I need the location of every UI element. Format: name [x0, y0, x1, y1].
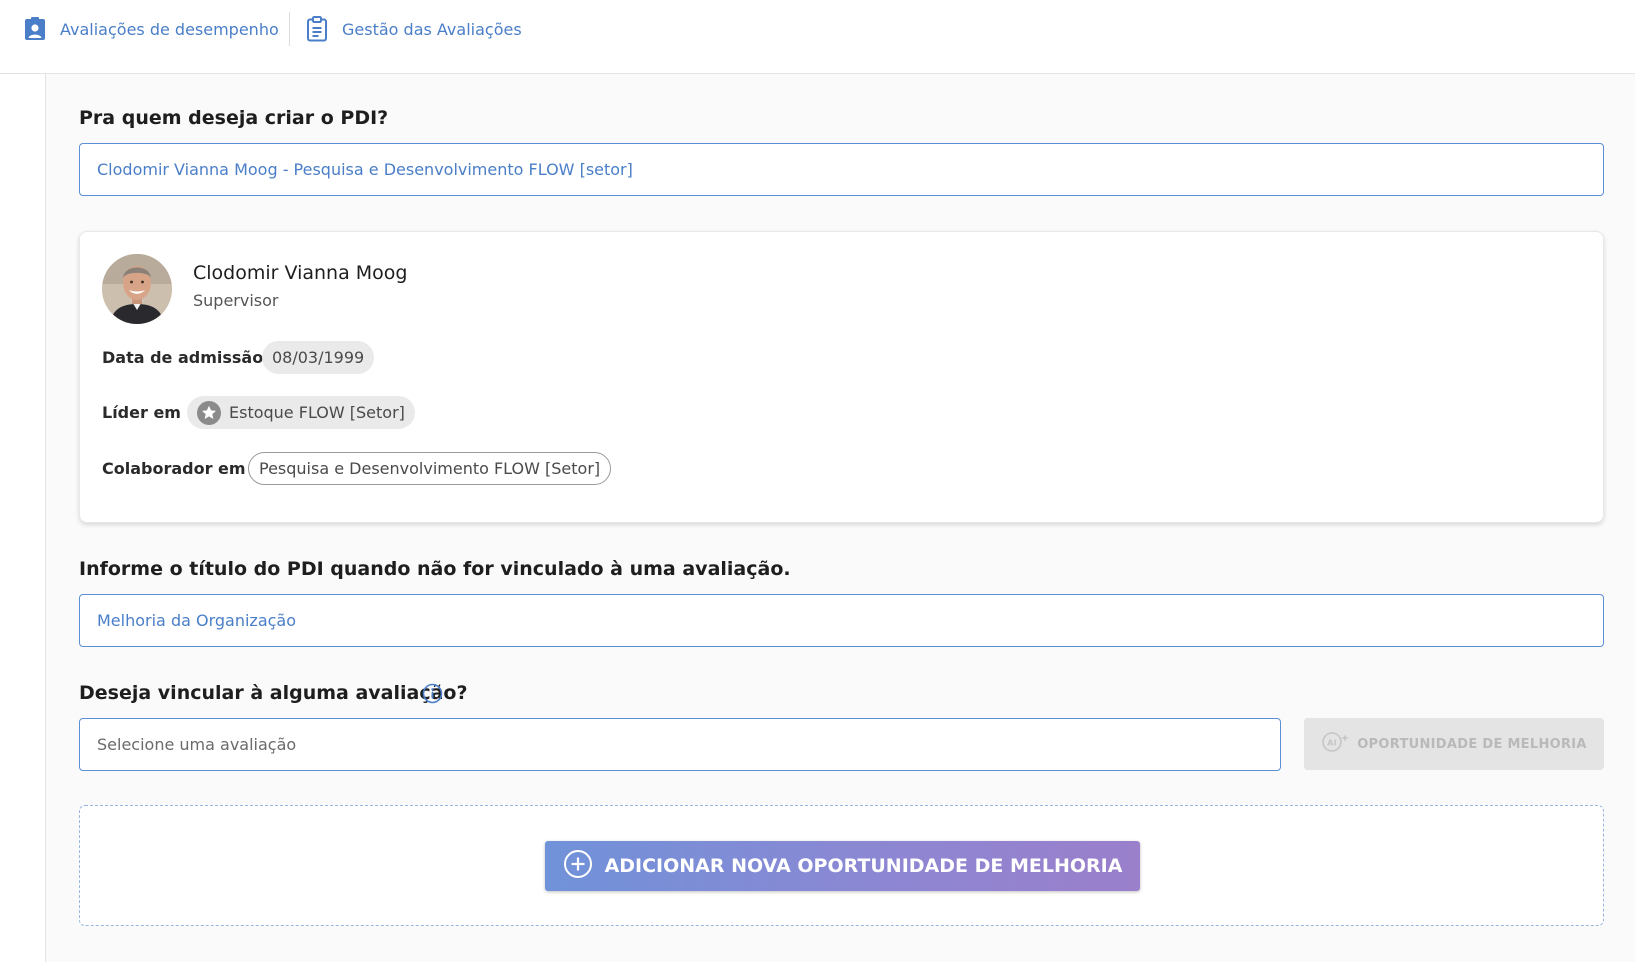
leader-sector-text: Estoque FLOW [Setor]: [229, 403, 405, 422]
employee-name: Clodomir Vianna Moog: [193, 262, 408, 284]
pdi-title-input[interactable]: Melhoria da Organização: [79, 594, 1604, 647]
breadcrumb-gestao-avaliacoes[interactable]: Gestão das Avaliações: [306, 14, 522, 44]
collaborator-label: Colaborador em: [102, 459, 246, 478]
ai-improvement-button[interactable]: AI OPORTUNIDADE DE MELHORIA: [1304, 718, 1604, 770]
breadcrumb-avaliacoes-desempenho[interactable]: Avaliações de desempenho: [24, 14, 279, 44]
svg-text:AI: AI: [1327, 739, 1337, 748]
admission-date-value: 08/03/1999: [272, 348, 365, 367]
leader-label: Líder em: [102, 403, 181, 422]
employee-role: Supervisor: [193, 291, 279, 310]
collaborator-sector-text: Pesquisa e Desenvolvimento FLOW [Setor]: [259, 459, 601, 478]
target-label: Pra quem deseja criar o PDI?: [79, 107, 389, 129]
left-rail: [0, 74, 46, 962]
pdi-title-label: Informe o título do PDI quando não for v…: [79, 558, 791, 580]
add-improvement-opportunity-button[interactable]: ADICIONAR NOVA OPORTUNIDADE DE MELHORIA: [545, 841, 1140, 891]
improvement-opportunities-area: ADICIONAR NOVA OPORTUNIDADE DE MELHORIA: [79, 805, 1604, 926]
plus-circle-icon: [563, 849, 593, 884]
leader-sector-chip: Estoque FLOW [Setor]: [187, 396, 415, 429]
person-badge-icon: [24, 17, 46, 41]
evaluation-select[interactable]: Selecione uma avaliação: [79, 718, 1281, 771]
breadcrumb-label: Gestão das Avaliações: [342, 19, 522, 39]
evaluation-label: Deseja vincular à alguma avaliação?: [79, 682, 468, 704]
target-employee-field[interactable]: Clodomir Vianna Moog - Pesquisa e Desenv…: [79, 143, 1604, 196]
star-icon: [197, 400, 221, 425]
employee-profile-card: Clodomir Vianna Moog Supervisor Data de …: [79, 231, 1604, 523]
info-icon[interactable]: [422, 683, 443, 708]
admission-date-label: Data de admissão: [102, 348, 264, 367]
avatar: [102, 254, 172, 324]
collaborator-sector-chip: Pesquisa e Desenvolvimento FLOW [Setor]: [248, 452, 612, 485]
add-button-label: ADICIONAR NOVA OPORTUNIDADE DE MELHORIA: [604, 855, 1123, 877]
ai-sparkle-icon: AI: [1321, 731, 1351, 757]
breadcrumb-separator: [289, 12, 290, 46]
admission-date-chip: 08/03/1999: [262, 341, 375, 374]
clipboard-icon: [306, 16, 328, 42]
breadcrumb-label: Avaliações de desempenho: [60, 19, 279, 39]
ai-button-label: OPORTUNIDADE DE MELHORIA: [1357, 736, 1587, 752]
top-bar: Avaliações de desempenho Gestão das Aval…: [0, 0, 1635, 74]
